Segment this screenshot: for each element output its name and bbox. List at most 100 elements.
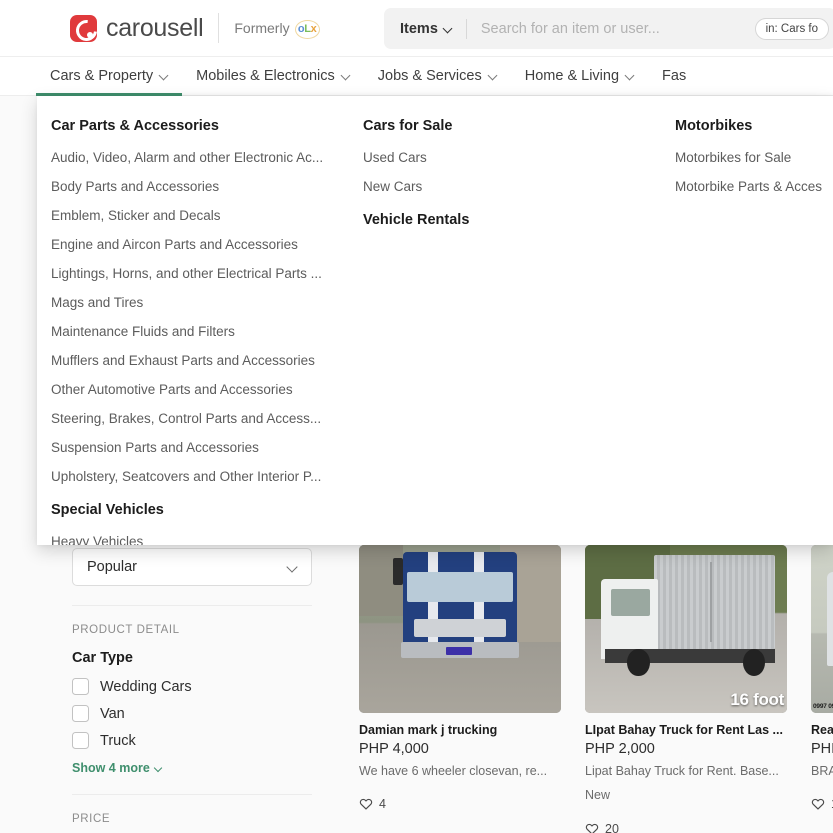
search-input[interactable] <box>466 20 755 37</box>
mega-link[interactable]: Audio, Video, Alarm and other Electronic… <box>51 150 351 165</box>
mega-link[interactable]: Emblem, Sticker and Decals <box>51 208 351 223</box>
sort-dropdown[interactable]: Popular <box>72 548 312 586</box>
chevron-down-icon <box>489 72 497 80</box>
mega-link[interactable]: Other Automotive Parts and Accessories <box>51 382 351 397</box>
nav-label: Home & Living <box>524 68 620 84</box>
mega-column-motorbikes: Motorbikes Motorbikes for Sale Motorbike… <box>675 118 833 545</box>
mega-column-cars-for-sale: Cars for Sale Used Cars New Cars Vehicle… <box>363 118 675 545</box>
mega-group-title[interactable]: Car Parts & Accessories <box>51 118 363 134</box>
chevron-down-icon <box>626 72 634 80</box>
mega-link[interactable]: Motorbike Parts & Acces <box>675 179 833 194</box>
price-heading: PRICE <box>72 813 111 825</box>
listing-image[interactable]: 0997 0999 <box>811 545 833 713</box>
listing-likes[interactable]: 20 <box>585 822 787 833</box>
mega-link[interactable]: Used Cars <box>363 150 663 165</box>
mega-link[interactable]: Mufflers and Exhaust Parts and Accessori… <box>51 353 351 368</box>
mega-group-title[interactable]: Motorbikes <box>675 118 833 134</box>
chevron-down-icon <box>160 72 168 80</box>
mega-link[interactable]: Maintenance Fluids and Filters <box>51 324 351 339</box>
formerly-label: Formerly <box>234 20 290 36</box>
show-more-button[interactable]: Show 4 more <box>72 761 312 775</box>
listing-likes[interactable]: 1 <box>811 797 833 811</box>
brand-wordmark: carousell <box>106 13 204 42</box>
mega-group: Cars for Sale Used Cars New Cars <box>363 118 675 194</box>
search-category-dropdown[interactable]: Items <box>384 21 466 37</box>
nav-item-cars-property[interactable]: Cars & Property <box>36 57 183 96</box>
mega-link[interactable]: Steering, Brakes, Control Parts and Acce… <box>51 411 351 426</box>
mega-link[interactable]: Lightings, Horns, and other Electrical P… <box>51 266 351 281</box>
search-bar: Items in: Cars fo <box>384 8 833 49</box>
photo-detail <box>413 618 507 638</box>
carousell-logo[interactable]: carousell Formerly oLx <box>70 13 320 43</box>
mega-group-title[interactable]: Vehicle Rentals <box>363 212 675 228</box>
mega-group: Motorbikes Motorbikes for Sale Motorbike… <box>675 118 833 194</box>
listing-title: LIpat Bahay Truck for Rent Las ... <box>585 723 783 737</box>
truck-photo <box>359 545 561 713</box>
nav-item-mobiles-electronics[interactable]: Mobiles & Electronics <box>182 57 364 96</box>
category-nav: Cars & Property Mobiles & Electronics Jo… <box>0 57 833 96</box>
checkbox-icon[interactable] <box>72 705 89 722</box>
olx-letter-x: x <box>310 23 317 35</box>
filter-option-wedding-cars[interactable]: Wedding Cars <box>72 678 312 695</box>
photo-detail <box>403 551 517 656</box>
listing-image-badge: 16 foot <box>730 690 784 709</box>
photo-detail <box>445 647 473 656</box>
sidebar-divider <box>72 794 312 795</box>
listing-condition: New <box>585 788 611 803</box>
listing-price: PHP 4,000 <box>359 741 429 757</box>
photo-detail <box>428 551 439 656</box>
chevron-down-icon <box>444 25 452 33</box>
nav-label: Fas <box>662 68 687 84</box>
mega-group-title[interactable]: Cars for Sale <box>363 118 675 134</box>
nav-item-fashion[interactable]: Fas <box>648 57 700 96</box>
heart-icon[interactable] <box>359 797 373 811</box>
listing-likes[interactable]: 4 <box>359 797 561 811</box>
photo-detail <box>393 558 404 586</box>
mega-link[interactable]: Heavy Vehicles <box>51 534 351 545</box>
photo-detail <box>611 588 650 616</box>
listing-image[interactable]: 16 foot <box>585 545 787 713</box>
mega-link[interactable]: Engine and Aircon Parts and Accessories <box>51 237 351 252</box>
mega-link[interactable]: Suspension Parts and Accessories <box>51 440 351 455</box>
photo-detail <box>653 555 775 650</box>
truck-photo: 0997 0999 <box>811 545 833 713</box>
like-count: 4 <box>379 797 386 812</box>
listing-image[interactable] <box>359 545 561 713</box>
listing-card[interactable]: Damian mark j trucking PHP 4,000 We have… <box>359 545 561 833</box>
listing-description: We have 6 wheeler closevan, re... <box>359 764 548 778</box>
listing-description: BRA <box>811 764 833 778</box>
filter-option-label: Truck <box>100 732 136 749</box>
filter-option-label: Van <box>100 705 125 722</box>
mega-link[interactable]: Upholstery, Seatcovers and Other Interio… <box>51 469 351 484</box>
filter-sidebar: Popular PRODUCT DETAIL Car Type Wedding … <box>72 548 312 833</box>
checkbox-icon[interactable] <box>72 678 89 695</box>
listing-price: PHI <box>811 741 833 757</box>
filter-option-truck[interactable]: Truck <box>72 732 312 749</box>
mega-column-car-parts: Car Parts & Accessories Audio, Video, Al… <box>51 118 363 545</box>
checkbox-icon[interactable] <box>72 732 89 749</box>
heart-icon[interactable] <box>811 797 825 811</box>
listing-title: Damian mark j trucking <box>359 723 498 737</box>
chevron-down-icon <box>342 72 350 80</box>
mega-group-title[interactable]: Special Vehicles <box>51 502 363 518</box>
mega-group: Special Vehicles Heavy Vehicles <box>51 502 363 545</box>
nav-item-jobs-services[interactable]: Jobs & Services <box>364 57 511 96</box>
filter-option-label: Wedding Cars <box>100 678 192 695</box>
filter-option-van[interactable]: Van <box>72 705 312 722</box>
mega-link[interactable]: Mags and Tires <box>51 295 351 310</box>
carousell-logo-icon <box>70 14 97 42</box>
nav-label: Jobs & Services <box>377 68 482 84</box>
mega-link[interactable]: New Cars <box>363 179 663 194</box>
listing-card[interactable]: 16 foot LIpat Bahay Truck for Rent Las .… <box>585 545 787 833</box>
heart-icon[interactable] <box>585 822 599 833</box>
olx-logo-icon: oLx <box>294 19 320 39</box>
photo-detail <box>742 649 765 677</box>
listing-card[interactable]: 0997 0999 Rea PHI BRA 1 <box>811 545 833 833</box>
listing-image-badge: 0997 0999 <box>813 702 833 710</box>
nav-label: Cars & Property <box>50 68 154 84</box>
listing-price: PHP 2,000 <box>585 741 655 757</box>
mega-link[interactable]: Body Parts and Accessories <box>51 179 351 194</box>
nav-item-home-living[interactable]: Home & Living <box>511 57 648 96</box>
search-scope-pill[interactable]: in: Cars fo <box>754 17 829 40</box>
mega-link[interactable]: Motorbikes for Sale <box>675 150 833 165</box>
